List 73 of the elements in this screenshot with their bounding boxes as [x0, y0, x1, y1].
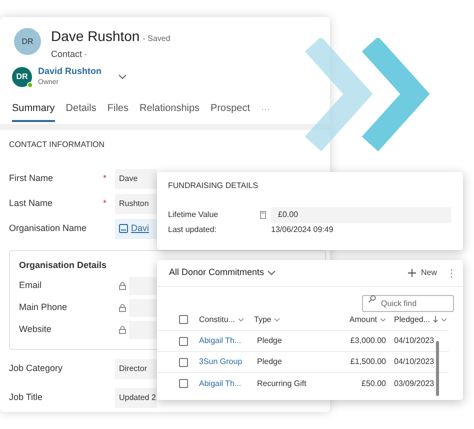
search-field[interactable]: Quick find	[362, 295, 454, 312]
view-selector[interactable]: All Donor Commitments	[169, 266, 276, 280]
table-cell-text: £1,500.00	[349, 356, 387, 368]
column-header[interactable]: Constitu...	[199, 314, 254, 326]
more-options-icon[interactable]	[450, 268, 453, 278]
panel-title: Organisation Details	[19, 258, 107, 272]
table-cell-text: 03/09/2023	[394, 378, 436, 390]
more-tabs-button[interactable]: ···	[261, 102, 270, 116]
input-field[interactable]: Updated 2	[115, 388, 157, 408]
tab[interactable]: Summary	[12, 98, 55, 122]
row-checkbox[interactable]	[179, 358, 188, 366]
avatar: DR	[14, 28, 41, 55]
constituent-link[interactable]: 3Sun Group	[199, 356, 254, 368]
search-icon	[368, 294, 376, 302]
tab[interactable]: Files	[107, 98, 128, 122]
required-asterisk: *	[103, 173, 107, 184]
input-field[interactable]: Dave	[115, 168, 157, 189]
table-cell-text: Pledge	[256, 335, 283, 347]
field-label: Last updated:	[168, 224, 218, 236]
field-label: Last Name	[8, 197, 54, 210]
owner-link[interactable]: David Rushton	[38, 64, 102, 78]
lock-icon	[119, 282, 126, 290]
constituent-link[interactable]: Abigail Th...	[199, 335, 254, 347]
card-title: FUNDRAISING DETAILS	[168, 180, 260, 192]
calculator-icon	[260, 211, 266, 219]
lookup-field[interactable]: Davi	[115, 218, 157, 239]
plus-icon	[408, 269, 416, 277]
section-title: CONTACT INFORMATION	[8, 139, 106, 152]
field-label: Organisation Name	[8, 222, 88, 236]
field-value: 13/06/2024 09:49	[271, 224, 334, 236]
field-label: Job Category	[8, 362, 64, 375]
input-field[interactable]: Director	[115, 358, 157, 378]
chevron-down-icon	[274, 318, 280, 322]
chevron-down-icon	[380, 318, 386, 322]
field-label: First Name	[8, 172, 54, 186]
contact-name: Dave Rushton	[51, 27, 140, 46]
record-type: Contact ·	[51, 48, 89, 61]
record-icon	[119, 224, 128, 234]
tab[interactable]: Details	[66, 98, 96, 122]
select-all-checkbox[interactable]	[179, 315, 188, 324]
table-cell-text: £3,000.00	[349, 335, 387, 347]
scrollbar[interactable]	[436, 341, 439, 396]
table-cell-text: Recurring Gift	[256, 378, 308, 390]
input-field[interactable]: Rushton	[115, 194, 157, 214]
table-cell-text: Pledge	[256, 356, 283, 368]
chevron-down-icon	[267, 270, 276, 276]
chevron-down-icon	[238, 318, 244, 322]
tab[interactable]: Relationships	[140, 98, 200, 122]
row-checkbox[interactable]	[179, 379, 188, 388]
chevron-down-icon	[441, 318, 448, 322]
lock-icon	[119, 304, 126, 312]
constituent-link[interactable]: Abigail Th...	[199, 378, 254, 390]
field-label: Main Phone	[18, 301, 68, 314]
owner-avatar: DR	[12, 66, 32, 86]
lock-icon	[119, 326, 126, 334]
sort-arrow-icon	[433, 316, 438, 323]
field-label: Email	[18, 279, 43, 292]
tab[interactable]: Prospect	[210, 98, 250, 122]
chevron-down-icon	[118, 74, 127, 80]
required-asterisk: *	[103, 198, 107, 208]
field-label: Website	[18, 323, 52, 336]
column-header[interactable]: Pledged...	[394, 314, 456, 326]
new-button[interactable]: New	[408, 267, 437, 279]
table-cell-text: 04/10/2023	[394, 335, 436, 347]
table-cell-text: 04/10/2023	[394, 356, 436, 368]
input-field: £0.00	[271, 207, 451, 223]
row-checkbox[interactable]	[179, 336, 188, 346]
field-label: Lifetime Value	[168, 209, 220, 221]
column-header[interactable]: Amount	[334, 314, 394, 326]
save-status: - Saved	[142, 33, 170, 45]
field-label: Job Title	[8, 390, 44, 404]
table-cell-text: £50.00	[360, 378, 387, 390]
column-header[interactable]: Type	[254, 314, 334, 326]
